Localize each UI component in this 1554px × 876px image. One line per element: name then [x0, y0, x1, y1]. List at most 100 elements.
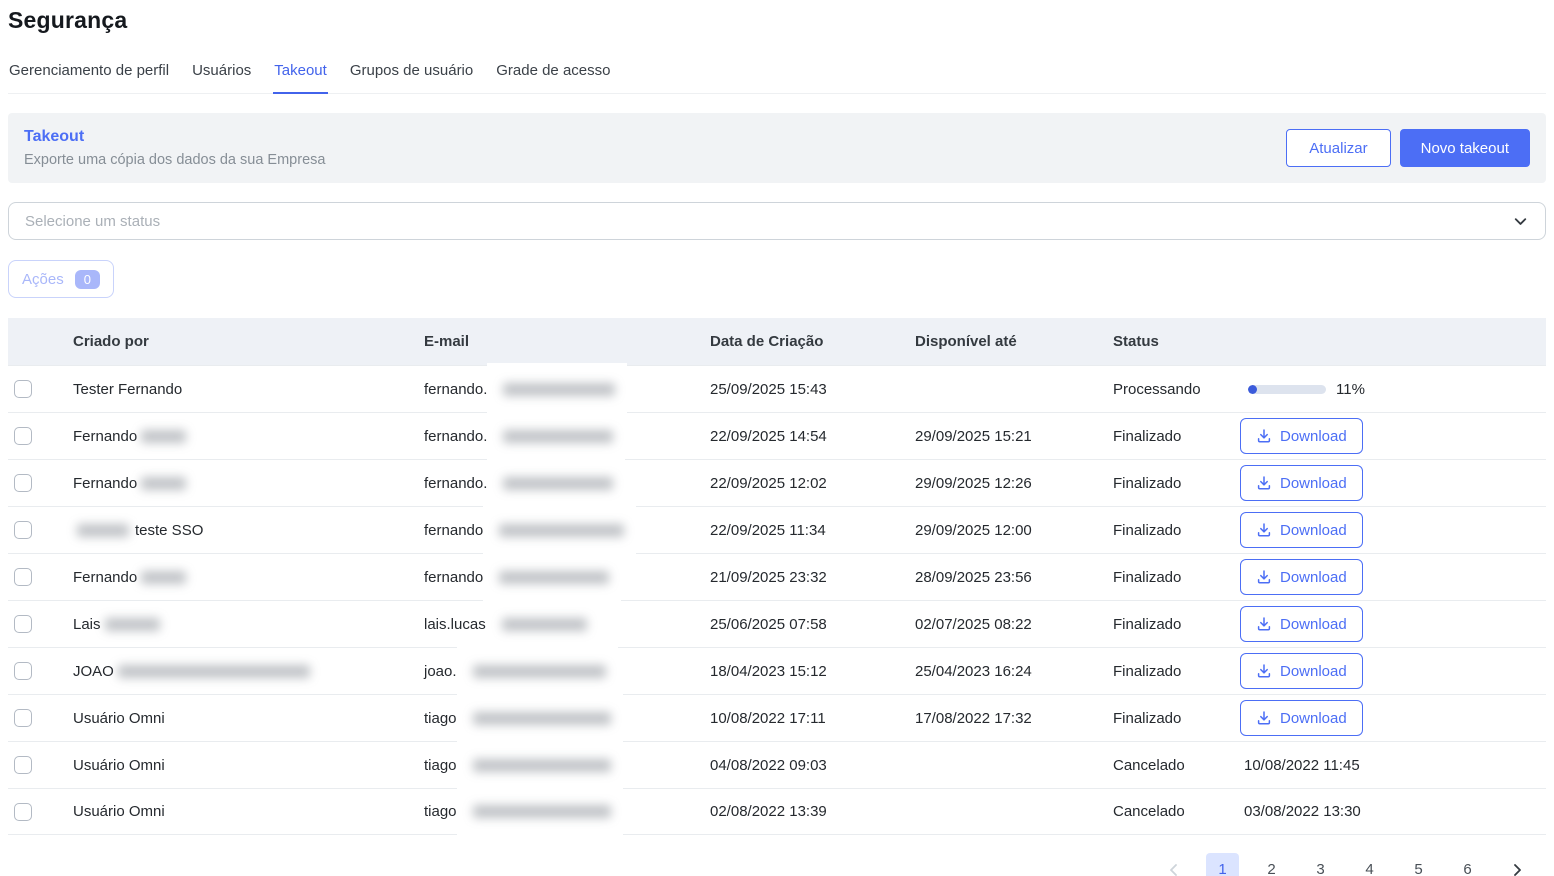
- status-cell: Finalizado: [1113, 522, 1233, 539]
- redacted-email: [473, 805, 611, 818]
- redacted-name: [141, 477, 186, 490]
- table-row: Usuário Omni tiago10/08/2022 17:1117/08/2…: [8, 694, 1546, 741]
- available-until-cell: 28/09/2025 23:56: [915, 569, 1113, 586]
- redacted-email-area: [457, 739, 623, 792]
- available-until-cell: 29/09/2025 15:21: [915, 428, 1113, 445]
- status-cell: Finalizado: [1113, 710, 1233, 727]
- created-by-cell: teste SSO: [73, 522, 424, 539]
- action-cell: 10/08/2022 11:45: [1233, 757, 1546, 774]
- email-text: fernando.: [424, 428, 487, 445]
- created-date-cell: 10/08/2022 17:11: [710, 710, 915, 727]
- redacted-email: [503, 477, 613, 490]
- email-text: joao.: [424, 663, 457, 680]
- pagination-page-5[interactable]: 5: [1402, 853, 1435, 876]
- status-cell: Finalizado: [1113, 663, 1233, 680]
- status-cell: Finalizado: [1113, 616, 1233, 633]
- new-takeout-button[interactable]: Novo takeout: [1400, 129, 1530, 167]
- redacted-email-area: [457, 692, 623, 745]
- row-checkbox[interactable]: [14, 474, 32, 492]
- action-cell: Download: [1233, 559, 1546, 595]
- canceled-date-text: 10/08/2022 11:45: [1240, 757, 1360, 774]
- tab-grupos-de-usuario[interactable]: Grupos de usuário: [349, 56, 474, 94]
- download-button-label: Download: [1280, 663, 1347, 680]
- available-until-cell: 17/08/2022 17:32: [915, 710, 1113, 727]
- created-by-text: Tester Fernando: [73, 381, 182, 398]
- pagination-prev-icon[interactable]: [1157, 853, 1190, 876]
- created-by-text: Fernando: [73, 475, 137, 492]
- download-icon: [1256, 616, 1272, 632]
- pagination-page-4[interactable]: 4: [1353, 853, 1386, 876]
- download-button-label: Download: [1280, 475, 1347, 492]
- download-icon: [1256, 428, 1272, 444]
- pagination-next-icon[interactable]: [1500, 853, 1533, 876]
- row-checkbox[interactable]: [14, 615, 32, 633]
- progress-fill: [1248, 385, 1257, 394]
- download-icon: [1256, 475, 1272, 491]
- redacted-email-area: [457, 785, 623, 838]
- row-checkbox[interactable]: [14, 380, 32, 398]
- created-date-cell: 22/09/2025 12:02: [710, 475, 915, 492]
- tab-grade-de-acesso[interactable]: Grade de acesso: [495, 56, 611, 94]
- checkbox-cell: [8, 521, 73, 539]
- created-by-cell: Usuário Omni: [73, 710, 424, 727]
- row-checkbox[interactable]: [14, 427, 32, 445]
- status-cell: Finalizado: [1113, 569, 1233, 586]
- email-text: tiago: [424, 803, 457, 820]
- created-by-text: Usuário Omni: [73, 803, 165, 820]
- redacted-name: [141, 571, 186, 584]
- email-text: fernando.: [424, 381, 487, 398]
- download-button-label: Download: [1280, 522, 1347, 539]
- row-checkbox[interactable]: [14, 803, 32, 821]
- redacted-email-area: [457, 645, 618, 698]
- redacted-email: [473, 759, 611, 772]
- table-header: Criado por E-mail Data de Criação Dispon…: [8, 318, 1546, 365]
- download-button[interactable]: Download: [1240, 653, 1363, 689]
- created-by-text: Usuário Omni: [73, 710, 165, 727]
- email-cell: tiago: [424, 710, 710, 727]
- row-checkbox[interactable]: [14, 756, 32, 774]
- download-button[interactable]: Download: [1240, 559, 1363, 595]
- refresh-button[interactable]: Atualizar: [1286, 129, 1390, 167]
- page-title: Segurança: [8, 0, 1546, 34]
- pagination-page-6[interactable]: 6: [1451, 853, 1484, 876]
- created-date-cell: 25/09/2025 15:43: [710, 381, 915, 398]
- takeout-banner-title: Takeout: [24, 128, 325, 146]
- row-checkbox[interactable]: [14, 709, 32, 727]
- download-button[interactable]: Download: [1240, 465, 1363, 501]
- column-header-email: E-mail: [424, 333, 710, 350]
- table-row: Usuário Omnitiago02/08/2022 13:39Cancela…: [8, 788, 1546, 835]
- row-checkbox[interactable]: [14, 662, 32, 680]
- download-icon: [1256, 569, 1272, 585]
- download-icon: [1256, 522, 1272, 538]
- row-checkbox[interactable]: [14, 568, 32, 586]
- status-cell: Finalizado: [1113, 475, 1233, 492]
- tab-takeout[interactable]: Takeout: [273, 56, 328, 94]
- table-row: Fernandofernando.22/09/2025 14:5429/09/2…: [8, 412, 1546, 459]
- pagination-page-1[interactable]: 1: [1206, 853, 1239, 876]
- created-by-text: teste SSO: [135, 522, 203, 539]
- download-button[interactable]: Download: [1240, 700, 1363, 736]
- checkbox-cell: [8, 568, 73, 586]
- takeout-banner-text: Takeout Exporte uma cópia dos dados da s…: [24, 128, 325, 168]
- table-row: Laislais.lucas25/06/2025 07:5802/07/2025…: [8, 600, 1546, 647]
- pagination-page-2[interactable]: 2: [1255, 853, 1288, 876]
- status-cell: Cancelado: [1113, 757, 1233, 774]
- redacted-email-area: [487, 457, 625, 510]
- email-cell: tiago: [424, 803, 710, 820]
- created-by-text: Fernando: [73, 428, 137, 445]
- redacted-email: [503, 383, 615, 396]
- checkbox-cell: [8, 380, 73, 398]
- email-cell: tiago: [424, 757, 710, 774]
- action-cell: Download: [1233, 465, 1546, 501]
- actions-button[interactable]: Ações 0: [8, 260, 114, 298]
- action-cell: 11%: [1233, 381, 1546, 398]
- row-checkbox[interactable]: [14, 521, 32, 539]
- tab-usuarios[interactable]: Usuários: [191, 56, 252, 94]
- download-button[interactable]: Download: [1240, 606, 1363, 642]
- redacted-email-area: [483, 504, 636, 557]
- tab-gerenciamento-de-perfil[interactable]: Gerenciamento de perfil: [8, 56, 170, 94]
- status-select[interactable]: Selecione um status: [8, 202, 1546, 240]
- download-button[interactable]: Download: [1240, 512, 1363, 548]
- pagination-page-3[interactable]: 3: [1304, 853, 1337, 876]
- download-button[interactable]: Download: [1240, 418, 1363, 454]
